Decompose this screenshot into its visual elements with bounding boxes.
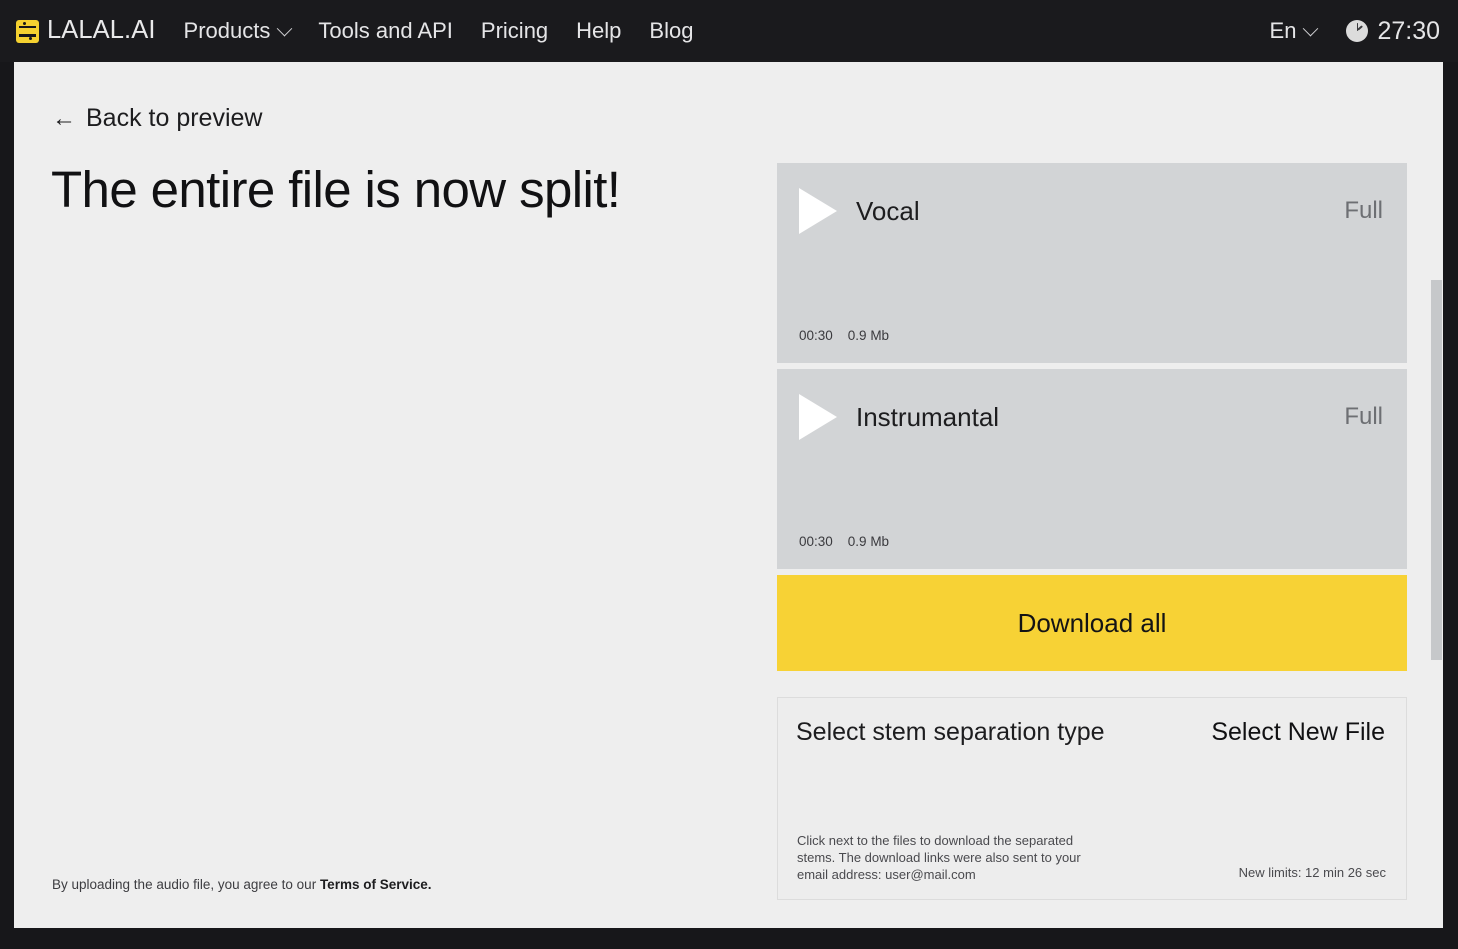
nav-item-pricing-label: Pricing [480,18,549,43]
stem-card-vocal[interactable]: Vocal Full 00:30 0.9 Mb [777,163,1407,363]
terms-of-service-link[interactable]: Terms of Service. [320,877,432,892]
nav-item-help[interactable]: Help [576,20,621,42]
play-icon[interactable] [799,394,837,440]
language-selector[interactable]: En [1269,18,1319,43]
options-panel: Select stem separation type Select New F… [777,697,1407,900]
nav-item-blog-label: Blog [649,18,694,43]
stem-filesize: 0.9 Mb [847,327,890,343]
stem-duration: 00:30 [799,327,833,343]
page-title: The entire file is now split! [51,161,621,218]
stem-meta: 00:30 0.9 Mb [799,327,890,343]
select-new-file-button[interactable]: Select New File [1211,720,1385,745]
language-selector-label: En [1269,18,1297,43]
page-scrollbar-thumb[interactable] [1431,280,1442,660]
nav-item-blog[interactable]: Blog [649,20,693,42]
clock-icon [1346,20,1369,42]
app-window: LALAL.AI Products Tools and API Pricing … [0,0,1458,949]
download-help-text: Click next to the files to download the … [797,833,1081,883]
time-balance-indicator[interactable]: 27:30 [1346,16,1440,45]
stem-meta: 00:30 0.9 Mb [799,533,890,549]
back-to-preview-link[interactable]: ← Back to preview [52,106,262,131]
nav-left-group: LALAL.AI Products Tools and API Pricing … [16,18,693,44]
stem-filesize: 0.9 Mb [847,533,890,549]
terms-notice: By uploading the audio file, you agree t… [52,878,432,892]
nav-item-help-label: Help [576,18,622,43]
brand-logo-link[interactable]: LALAL.AI [16,18,156,44]
chevron-down-icon [1303,20,1319,36]
stem-quality-badge: Full [1344,197,1383,224]
page-scrollbar[interactable] [1430,62,1443,928]
stem-quality-badge: Full [1344,403,1383,430]
nav-item-tools-and-api-label: Tools and API [318,18,453,43]
terms-notice-text: By uploading the audio file, you agree t… [52,877,320,892]
nav-item-tools-and-api[interactable]: Tools and API [318,20,453,42]
new-limits-text: New limits: 12 min 26 sec [1238,865,1386,880]
stem-name: Vocal [856,196,920,226]
chevron-down-icon [277,20,293,36]
results-panel: Vocal Full 00:30 0.9 Mb Instrumantal Ful… [777,163,1407,900]
stem-duration: 00:30 [799,533,833,549]
select-stem-separation-type-button[interactable]: Select stem separation type [796,720,1105,745]
nav-right-group: En 27:30 [1269,16,1440,45]
arrow-left-icon: ← [52,104,76,132]
lalal-logo-icon [16,19,39,43]
time-balance-value: 27:30 [1377,16,1440,45]
stem-name: Instrumantal [856,402,1000,432]
stem-card-instrumental[interactable]: Instrumantal Full 00:30 0.9 Mb [777,369,1407,569]
brand-name: LALAL.AI [47,16,156,45]
stem-card-header: Instrumantal Full [799,394,1383,440]
stem-card-header: Vocal Full [799,188,1383,234]
nav-item-products-label: Products [183,18,271,43]
options-panel-row: Select stem separation type Select New F… [796,720,1385,745]
nav-item-products[interactable]: Products [183,18,293,43]
download-all-button[interactable]: Download all [777,575,1407,671]
back-to-preview-label: Back to preview [86,104,263,132]
top-navigation-bar: LALAL.AI Products Tools and API Pricing … [0,0,1458,62]
page-content: ← Back to preview The entire file is now… [14,62,1443,928]
nav-item-pricing[interactable]: Pricing [481,20,548,42]
play-icon[interactable] [799,188,837,234]
